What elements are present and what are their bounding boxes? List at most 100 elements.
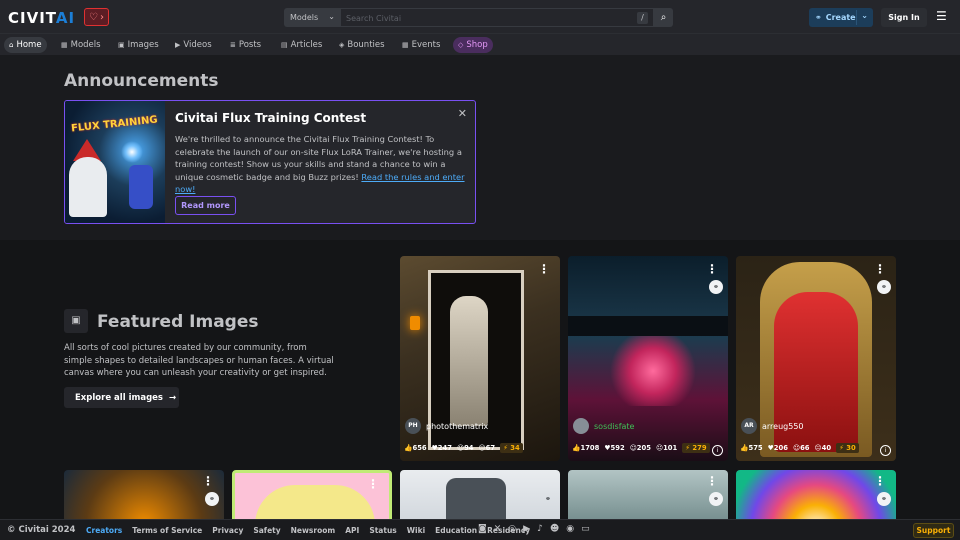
youtube-icon[interactable]: ▶: [523, 524, 530, 534]
footer-link-status[interactable]: Status: [369, 526, 396, 535]
footer-link-education[interactable]: Education: [435, 526, 477, 535]
image-card[interactable]: ⋮ ⚭ AR arreug550 👍575 ♥206 ☺66 ☹40 ⚡ 30 i: [736, 256, 896, 461]
cry-count[interactable]: ☹40: [815, 444, 832, 452]
card-user[interactable]: AR arreug550: [741, 418, 804, 434]
announcements-title: Announcements: [64, 71, 219, 91]
laugh-count[interactable]: ☺205: [630, 444, 651, 452]
card-stats: 👍1708 ♥592 ☺205 ☹101 ⚡ 279: [572, 441, 710, 455]
cry-count[interactable]: ☹101: [656, 444, 677, 452]
like-count[interactable]: 👍656: [404, 444, 427, 452]
laugh-count[interactable]: ☺94: [457, 444, 474, 452]
heart-count[interactable]: ♥592: [604, 444, 624, 452]
tiktok-icon[interactable]: ♪: [537, 524, 543, 534]
remix-link-icon[interactable]: ⚭: [709, 492, 723, 506]
explore-all-images-button[interactable]: Explore all images →: [64, 387, 179, 408]
instagram-icon[interactable]: ◎: [508, 524, 516, 534]
cry-count[interactable]: ☹67: [479, 444, 496, 452]
nav-shop[interactable]: ◇ Shop: [453, 37, 493, 53]
reddit-icon[interactable]: ☻: [550, 524, 559, 534]
nav-bounties[interactable]: ◈ Bounties: [334, 37, 390, 53]
footer-link-privacy[interactable]: Privacy: [212, 526, 243, 535]
footer: © Civitai 2024 Creators Terms of Service…: [0, 519, 960, 540]
nav-home[interactable]: ⌂ Home: [4, 37, 47, 53]
username: photothematrix: [426, 421, 489, 431]
remix-link-icon[interactable]: ⚭: [541, 492, 555, 506]
civitai-logo[interactable]: CIVITAI: [8, 9, 75, 27]
footer-link-newsroom[interactable]: Newsroom: [291, 526, 336, 535]
read-more-button[interactable]: Read more: [175, 196, 236, 215]
buzz-tip-count[interactable]: ⚡ 30: [836, 443, 859, 453]
nav-videos[interactable]: ▶ Videos: [170, 37, 217, 53]
nav-posts[interactable]: ≣ Posts: [225, 37, 266, 53]
create-button[interactable]: ⚭ Create ⌄: [809, 8, 873, 27]
footer-link-creators[interactable]: Creators: [86, 526, 122, 535]
image-card[interactable]: ⋮ ⚭ sosdisfate 👍1708 ♥592 ☺205 ☹101 ⚡ 27…: [568, 256, 728, 461]
avatar: [573, 418, 589, 434]
like-count[interactable]: 👍1708: [572, 444, 599, 452]
footer-link-api[interactable]: API: [345, 526, 359, 535]
support-heart-button[interactable]: ♡ ›: [84, 8, 109, 26]
chat-icon[interactable]: ▭: [581, 524, 590, 534]
discord-icon[interactable]: ◙: [478, 524, 487, 534]
bounty-icon: ◈: [339, 41, 345, 49]
support-button[interactable]: Support: [913, 523, 954, 538]
announcement-image-text: FLUX TRAINING: [70, 114, 159, 135]
featured-images-section: ▣ Featured Images All sorts of cool pict…: [0, 240, 960, 530]
nav-events[interactable]: ▦ Events: [397, 37, 445, 53]
nav-images[interactable]: ▣ Images: [113, 37, 164, 53]
remix-link-icon[interactable]: ⚭: [877, 280, 891, 294]
footer-link-wiki[interactable]: Wiki: [407, 526, 425, 535]
info-icon[interactable]: i: [880, 445, 891, 456]
search-shortcut-key: /: [637, 12, 648, 24]
close-icon[interactable]: ✕: [458, 107, 467, 120]
more-options-icon[interactable]: ⋮: [202, 474, 214, 488]
remix-link-icon[interactable]: ⚭: [205, 492, 219, 506]
copyright: © Civitai 2024: [7, 525, 76, 535]
card-user[interactable]: sosdisfate: [573, 418, 634, 434]
card-user[interactable]: PH photothematrix: [405, 418, 488, 434]
chevron-down-icon[interactable]: ⌄: [861, 11, 868, 20]
article-icon: ▤: [281, 41, 288, 49]
laugh-count[interactable]: ☺66: [793, 444, 810, 452]
top-bar: CIVITAI ♡ › Models ⌄ Search Civitai / ⌕ ⚭ Cr…: [0, 0, 960, 34]
heart-count[interactable]: ♥247: [432, 444, 452, 452]
hamburger-menu-icon[interactable]: ☰: [936, 9, 947, 23]
video-icon: ▶: [175, 41, 181, 49]
chevron-right-icon: ›: [99, 11, 104, 23]
info-icon[interactable]: i: [712, 445, 723, 456]
username: arreug550: [762, 421, 804, 431]
footer-link-safety[interactable]: Safety: [253, 526, 280, 535]
buzz-tip-count[interactable]: ⚡ 34: [500, 443, 523, 453]
avatar: AR: [741, 418, 757, 434]
remix-link-icon[interactable]: ⚭: [877, 492, 891, 506]
more-options-icon[interactable]: ⋮: [874, 262, 886, 276]
search-input[interactable]: Search Civitai /: [340, 8, 654, 27]
buzz-tip-count[interactable]: ⚡ 279: [682, 443, 710, 453]
more-options-icon[interactable]: ⋮: [706, 474, 718, 488]
heart-count[interactable]: ♥206: [768, 444, 788, 452]
more-options-icon[interactable]: ⋮: [367, 477, 379, 491]
nav-articles[interactable]: ▤ Articles: [276, 37, 327, 53]
posts-icon: ≣: [230, 41, 236, 49]
footer-link-terms[interactable]: Terms of Service: [132, 526, 202, 535]
like-count[interactable]: 👍575: [740, 444, 763, 452]
avatar: PH: [405, 418, 421, 434]
social-links: ◙ ✕ ◎ ▶ ♪ ☻ ◉ ▭: [478, 524, 590, 534]
announcement-image[interactable]: FLUX TRAINING: [65, 101, 165, 223]
search-button[interactable]: ⌕: [654, 8, 673, 27]
x-icon[interactable]: ✕: [494, 524, 502, 534]
more-options-icon[interactable]: ⋮: [538, 262, 550, 276]
more-options-icon[interactable]: ⋮: [706, 262, 718, 276]
sign-in-button[interactable]: Sign In: [881, 8, 927, 27]
image-card[interactable]: ⋮ PH photothematrix 👍656 ♥247 ☺94 ☹67 ⚡ 3…: [400, 256, 560, 461]
github-icon[interactable]: ◉: [566, 524, 574, 534]
link-icon: ⚭: [815, 13, 822, 22]
featured-images-description: All sorts of cool pictures created by ou…: [64, 343, 334, 378]
announcement-heading: Civitai Flux Training Contest: [175, 111, 367, 125]
remix-link-icon[interactable]: ⚭: [709, 280, 723, 294]
nav-models[interactable]: ▦ Models: [56, 37, 106, 53]
more-options-icon[interactable]: ⋮: [874, 474, 886, 488]
search-type-select[interactable]: Models ⌄: [284, 8, 340, 27]
image-icon: ▣: [64, 309, 88, 333]
search-icon: ⌕: [660, 12, 667, 23]
